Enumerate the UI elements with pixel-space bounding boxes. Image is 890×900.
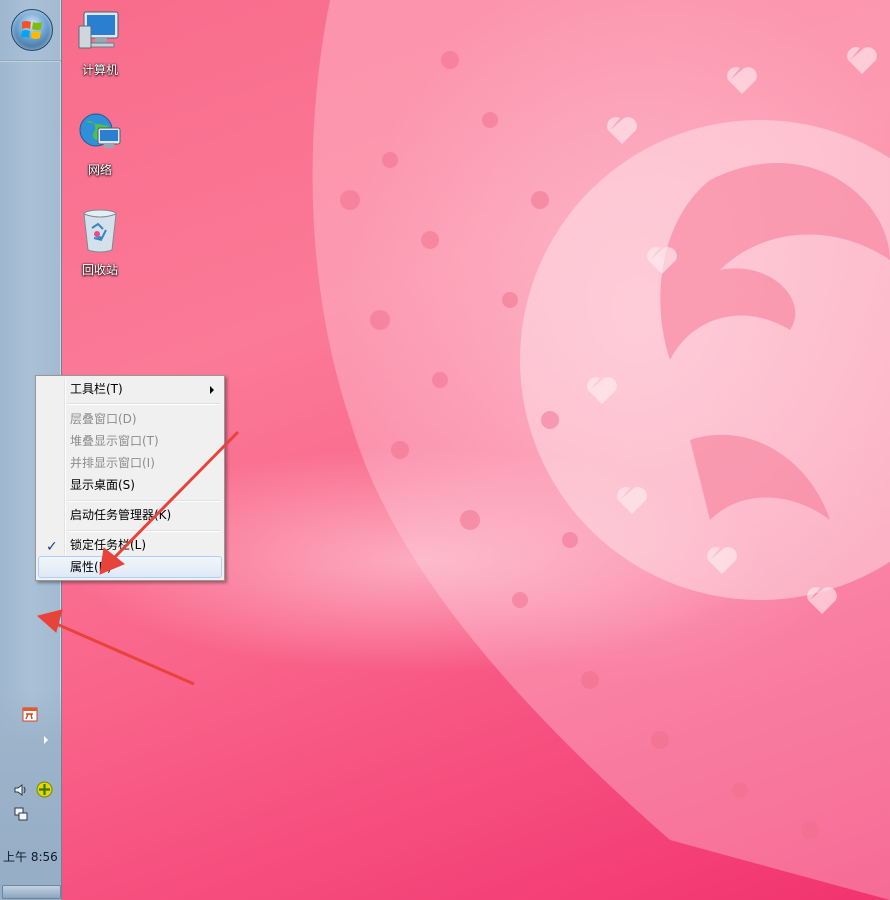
submenu-arrow-icon: [210, 386, 214, 394]
menu-item-show-desktop[interactable]: 显示桌面(S): [38, 474, 222, 496]
menu-item-label: 锁定任务栏(L): [70, 538, 147, 552]
menu-item-task-manager[interactable]: 启动任务管理器(K): [38, 504, 222, 526]
expand-tray-arrow-icon[interactable]: [44, 736, 48, 744]
taskbar-separator: [0, 60, 61, 62]
menu-item-lock-taskbar[interactable]: ✓ 锁定任务栏(L): [38, 534, 222, 556]
menu-item-label: 堆叠显示窗口(T): [70, 434, 159, 448]
recycle-bin-icon: [83, 209, 117, 253]
menu-item-cascade-windows[interactable]: 层叠窗口(D): [38, 408, 222, 430]
network-icon: [79, 113, 121, 148]
lace-pattern-decoration: [312, 0, 890, 900]
menu-separator: [67, 403, 220, 405]
menu-separator: [67, 500, 220, 502]
menu-item-label: 层叠窗口(D): [70, 412, 137, 426]
start-button[interactable]: [11, 9, 53, 51]
menu-item-label: 工具栏(T): [70, 382, 123, 396]
menu-item-stack-windows[interactable]: 堆叠显示窗口(T): [38, 430, 222, 452]
network-status-icon[interactable]: [36, 781, 53, 798]
menu-item-label: 显示桌面(S): [70, 478, 135, 492]
menu-item-label: 并排显示窗口(I): [70, 456, 155, 470]
windows-start-orb-icon: [21, 21, 42, 39]
menu-item-side-by-side-windows[interactable]: 并排显示窗口(I): [38, 452, 222, 474]
system-clock[interactable]: 上午 8:56: [3, 848, 58, 865]
menu-item-label: 属性(R): [70, 560, 112, 574]
desktop-icon-network[interactable]: 网络: [70, 108, 130, 178]
menu-item-toolbars[interactable]: 工具栏(T): [38, 378, 222, 400]
computer-icon: [78, 11, 119, 49]
menu-item-properties[interactable]: 属性(R): [38, 556, 222, 578]
menu-item-label: 启动任务管理器(K): [70, 508, 172, 522]
checkmark-icon: ✓: [46, 539, 58, 555]
network-connection-icon[interactable]: [13, 806, 29, 822]
calendar-icon[interactable]: [22, 706, 38, 722]
desktop-icon-label: 计算机: [81, 63, 118, 77]
taskbar-context-menu: 工具栏(T) 层叠窗口(D) 堆叠显示窗口(T) 并排显示窗口(I) 显示桌面(…: [35, 375, 225, 581]
desktop-icon-recycle-bin[interactable]: 回收站: [70, 206, 130, 278]
show-desktop-button[interactable]: [2, 885, 61, 899]
desktop-icon-label: 网络: [87, 163, 112, 177]
volume-icon[interactable]: [14, 783, 28, 797]
notification-area: [0, 690, 61, 900]
menu-separator: [67, 530, 220, 532]
desktop-icon-computer[interactable]: 计算机: [70, 8, 130, 78]
desktop-icon-label: 回收站: [81, 263, 118, 277]
